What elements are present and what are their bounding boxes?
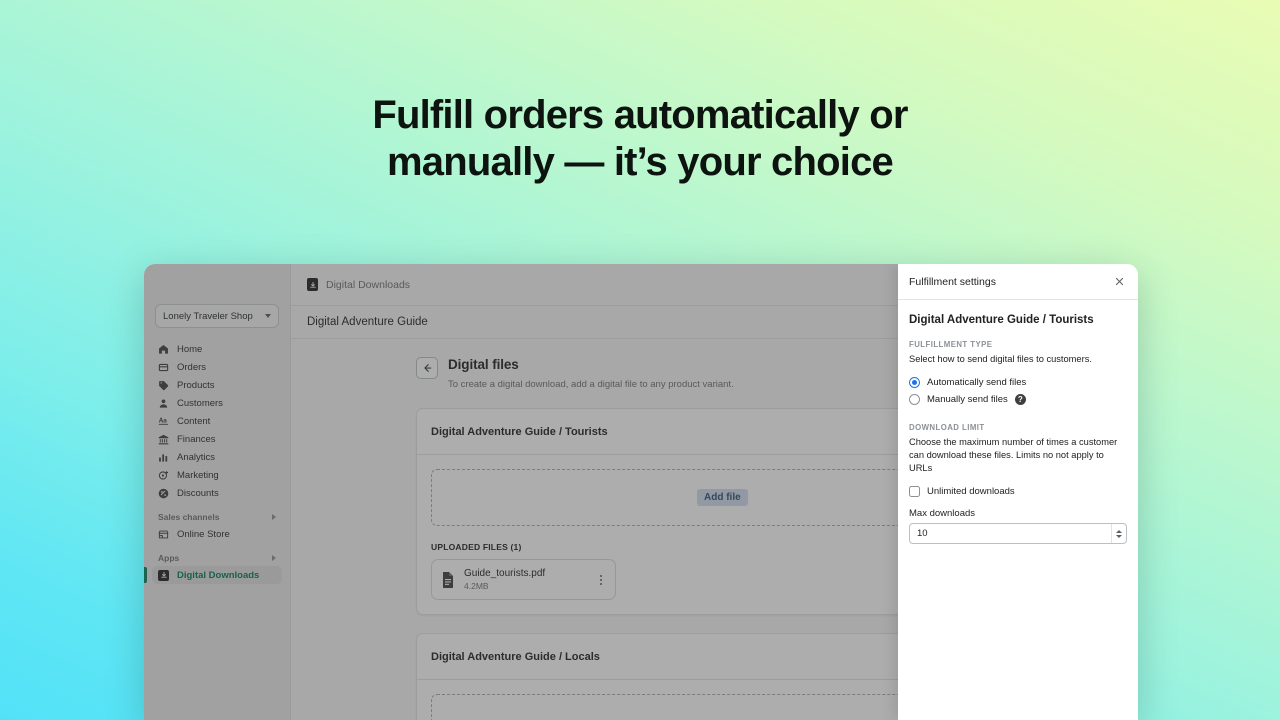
sidebar-item-home[interactable]: Home xyxy=(152,340,282,358)
arrow-left-icon xyxy=(421,362,433,374)
back-button[interactable] xyxy=(416,357,438,379)
headline-line-2: manually — it’s your choice xyxy=(387,140,894,184)
file-document-icon xyxy=(441,571,455,588)
panel-body: Digital Adventure Guide / Tourists FULFI… xyxy=(898,300,1138,544)
digital-downloads-app-icon xyxy=(158,569,169,581)
max-downloads-label: Max downloads xyxy=(909,508,976,519)
checkbox-icon[interactable] xyxy=(909,486,920,497)
download-limit-label: DOWNLOAD LIMIT xyxy=(909,423,985,432)
kebab-menu-icon[interactable] xyxy=(596,573,606,587)
fulfillment-type-label: FULFILLMENT TYPE xyxy=(909,340,993,349)
sidebar-item-label: Digital Downloads xyxy=(177,569,260,581)
online-store-icon xyxy=(158,529,169,540)
sidebar-item-finances[interactable]: Finances xyxy=(152,430,282,448)
section-title: Digital files xyxy=(448,357,519,372)
radio-manually-send-files[interactable]: Manually send files ? xyxy=(909,391,1127,408)
uploaded-files-label: UPLOADED FILES (1) xyxy=(431,541,522,552)
panel-title: Fulfillment settings xyxy=(909,275,996,288)
variant-title: Digital Adventure Guide / Tourists xyxy=(431,425,608,438)
sidebar-item-products[interactable]: Products xyxy=(152,376,282,394)
file-chip[interactable]: Guide_tourists.pdf 4.2MB xyxy=(431,559,616,600)
finances-bank-icon xyxy=(158,434,169,445)
number-stepper[interactable] xyxy=(1111,524,1126,543)
sidebar-item-customers[interactable]: Customers xyxy=(152,394,282,412)
sidebar: Lonely Traveler Shop Home Orders Product… xyxy=(144,264,291,720)
spinner-up-icon[interactable] xyxy=(1116,529,1122,533)
fulfillment-type-description: Select how to send digital files to cust… xyxy=(909,354,1092,364)
variant-title: Digital Adventure Guide / Locals xyxy=(431,650,600,663)
section-subtitle: To create a digital download, add a digi… xyxy=(448,379,734,390)
sidebar-item-content[interactable]: Content xyxy=(152,412,282,430)
radio-button-selected-icon[interactable] xyxy=(909,377,920,388)
close-icon[interactable] xyxy=(1111,274,1127,290)
help-question-icon[interactable]: ? xyxy=(1014,394,1026,405)
checkbox-unlimited-downloads[interactable]: Unlimited downloads xyxy=(909,483,1127,500)
promo-screenshot: Fulfill orders automatically or manually… xyxy=(0,0,1280,720)
max-downloads-input[interactable]: 10 xyxy=(909,523,1127,544)
sidebar-item-digital-downloads[interactable]: Digital Downloads xyxy=(144,566,282,584)
products-tag-icon xyxy=(158,380,169,391)
spinner-down-icon[interactable] xyxy=(1116,534,1122,538)
sidebar-group-label: Apps xyxy=(158,553,180,563)
sidebar-item-label: Online Store xyxy=(177,528,230,540)
sidebar-group-apps[interactable]: Apps xyxy=(158,553,276,563)
sidebar-group-label: Sales channels xyxy=(158,512,220,522)
content-text-icon xyxy=(158,416,169,427)
radio-label: Manually send files xyxy=(927,394,1008,405)
breadcrumb: Digital Downloads xyxy=(326,278,411,291)
marketing-target-icon xyxy=(158,470,169,481)
shop-selector-label: Lonely Traveler Shop xyxy=(163,310,253,322)
discounts-tag-icon xyxy=(158,488,169,499)
app-window: Lonely Traveler Shop Home Orders Product… xyxy=(144,264,1138,720)
checkbox-label: Unlimited downloads xyxy=(927,486,1015,497)
orders-icon xyxy=(158,362,169,373)
chevron-right-icon xyxy=(272,555,276,561)
add-file-button[interactable]: Add file xyxy=(697,489,748,506)
download-limit-description: Choose the maximum number of times a cus… xyxy=(909,437,1118,473)
file-name: Guide_tourists.pdf xyxy=(464,568,546,579)
radio-automatically-send-files[interactable]: Automatically send files xyxy=(909,374,1127,391)
headline-line-1: Fulfill orders automatically or xyxy=(372,93,908,137)
sidebar-item-label: Products xyxy=(177,379,215,391)
chevron-down-icon xyxy=(265,314,271,318)
digital-downloads-app-icon xyxy=(307,278,318,291)
chevron-right-icon xyxy=(272,514,276,520)
sidebar-group-sales-channels[interactable]: Sales channels xyxy=(158,512,276,522)
sidebar-item-label: Marketing xyxy=(177,469,219,481)
shop-selector[interactable]: Lonely Traveler Shop xyxy=(155,304,279,328)
sidebar-item-orders[interactable]: Orders xyxy=(152,358,282,376)
sidebar-item-label: Content xyxy=(177,415,211,427)
fulfillment-settings-panel: Fulfillment settings Digital Adventure G… xyxy=(898,264,1138,720)
file-size: 4.2MB xyxy=(464,581,489,591)
home-icon xyxy=(158,344,169,355)
page-title: Digital Adventure Guide xyxy=(307,316,428,328)
sidebar-item-online-store[interactable]: Online Store xyxy=(152,525,282,543)
sidebar-item-label: Discounts xyxy=(177,487,219,499)
max-downloads-value: 10 xyxy=(917,528,928,539)
panel-header: Fulfillment settings xyxy=(898,264,1138,300)
sidebar-item-label: Orders xyxy=(177,361,207,373)
page-headline: Fulfill orders automatically or manually… xyxy=(0,92,1280,186)
radio-label: Automatically send files xyxy=(927,377,1027,388)
analytics-bars-icon xyxy=(158,452,169,463)
sidebar-item-discounts[interactable]: Discounts xyxy=(152,484,282,502)
radio-button-icon[interactable] xyxy=(909,394,920,405)
sidebar-item-marketing[interactable]: Marketing xyxy=(152,466,282,484)
customers-person-icon xyxy=(158,398,169,409)
sidebar-item-label: Finances xyxy=(177,433,216,445)
sidebar-item-label: Customers xyxy=(177,397,223,409)
panel-subject: Digital Adventure Guide / Tourists xyxy=(909,314,1094,326)
sidebar-item-label: Home xyxy=(177,343,203,355)
sidebar-item-label: Analytics xyxy=(177,451,216,463)
sidebar-item-analytics[interactable]: Analytics xyxy=(152,448,282,466)
